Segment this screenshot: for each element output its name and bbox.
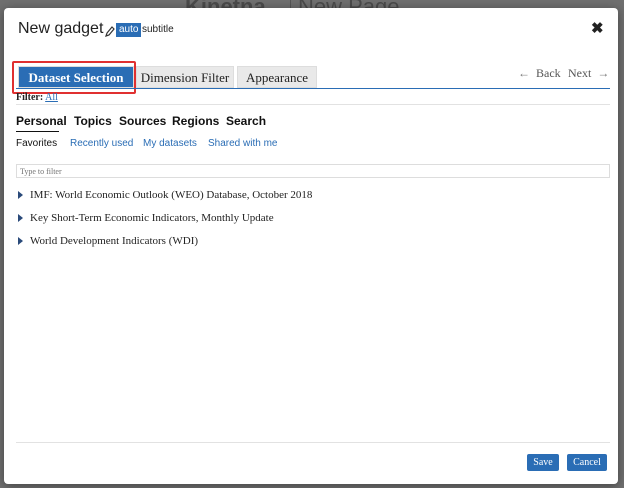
dataset-item-key-short-term[interactable]: Key Short-Term Economic Indicators, Mont… bbox=[18, 212, 274, 224]
filter-all-link[interactable]: All bbox=[45, 92, 58, 103]
tab-divider bbox=[16, 88, 610, 89]
category-regions[interactable]: Regions bbox=[172, 114, 219, 128]
dataset-label: Key Short-Term Economic Indicators, Mont… bbox=[30, 212, 274, 224]
back-button[interactable]: ← Back bbox=[518, 66, 561, 81]
caret-right-icon[interactable] bbox=[18, 214, 23, 223]
dialog-title: New gadget bbox=[18, 20, 104, 37]
subcategory-shared-with-me[interactable]: Shared with me bbox=[208, 138, 277, 149]
filter-row: Filter: All bbox=[16, 92, 58, 103]
close-icon[interactable]: ✖ bbox=[591, 21, 604, 37]
arrow-left-icon: ← bbox=[518, 66, 530, 80]
subcategory-recently-used[interactable]: Recently used bbox=[70, 138, 133, 149]
dataset-label: World Development Indicators (WDI) bbox=[30, 235, 199, 247]
category-topics[interactable]: Topics bbox=[74, 114, 112, 128]
caret-right-icon[interactable] bbox=[18, 237, 23, 246]
next-label: Next bbox=[568, 66, 592, 80]
caret-right-icon[interactable] bbox=[18, 191, 23, 200]
category-sources[interactable]: Sources bbox=[119, 114, 166, 128]
tab-appearance[interactable]: Appearance bbox=[237, 66, 317, 88]
filter-input[interactable] bbox=[16, 164, 610, 178]
dataset-item-imf-weo[interactable]: IMF: World Economic Outlook (WEO) Databa… bbox=[18, 189, 312, 201]
cancel-button[interactable]: Cancel bbox=[567, 454, 607, 471]
new-gadget-dialog: New gadget auto subtitle ✖ Dataset Selec… bbox=[4, 8, 618, 484]
category-personal[interactable]: Personal bbox=[16, 114, 67, 128]
background-divider bbox=[290, 0, 291, 8]
tab-highlight-box bbox=[12, 61, 136, 94]
next-button[interactable]: Next → bbox=[568, 66, 609, 81]
category-search[interactable]: Search bbox=[226, 114, 266, 128]
back-label: Back bbox=[536, 66, 561, 80]
arrow-right-icon: → bbox=[597, 66, 610, 80]
category-active-underline bbox=[16, 131, 59, 132]
dataset-item-wdi[interactable]: World Development Indicators (WDI) bbox=[18, 235, 198, 247]
footer-divider bbox=[16, 442, 610, 443]
subcategory-my-datasets[interactable]: My datasets bbox=[143, 138, 197, 149]
subtitle-label: subtitle bbox=[142, 24, 174, 35]
pencil-icon[interactable] bbox=[105, 25, 115, 37]
save-button[interactable]: Save bbox=[527, 454, 559, 471]
dataset-label: IMF: World Economic Outlook (WEO) Databa… bbox=[30, 189, 313, 201]
auto-badge[interactable]: auto bbox=[116, 23, 142, 37]
subcategory-favorites[interactable]: Favorites bbox=[16, 138, 57, 149]
filter-divider bbox=[16, 104, 610, 105]
filter-label: Filter: bbox=[16, 92, 44, 103]
tab-dimension-filter[interactable]: Dimension Filter bbox=[136, 66, 234, 88]
